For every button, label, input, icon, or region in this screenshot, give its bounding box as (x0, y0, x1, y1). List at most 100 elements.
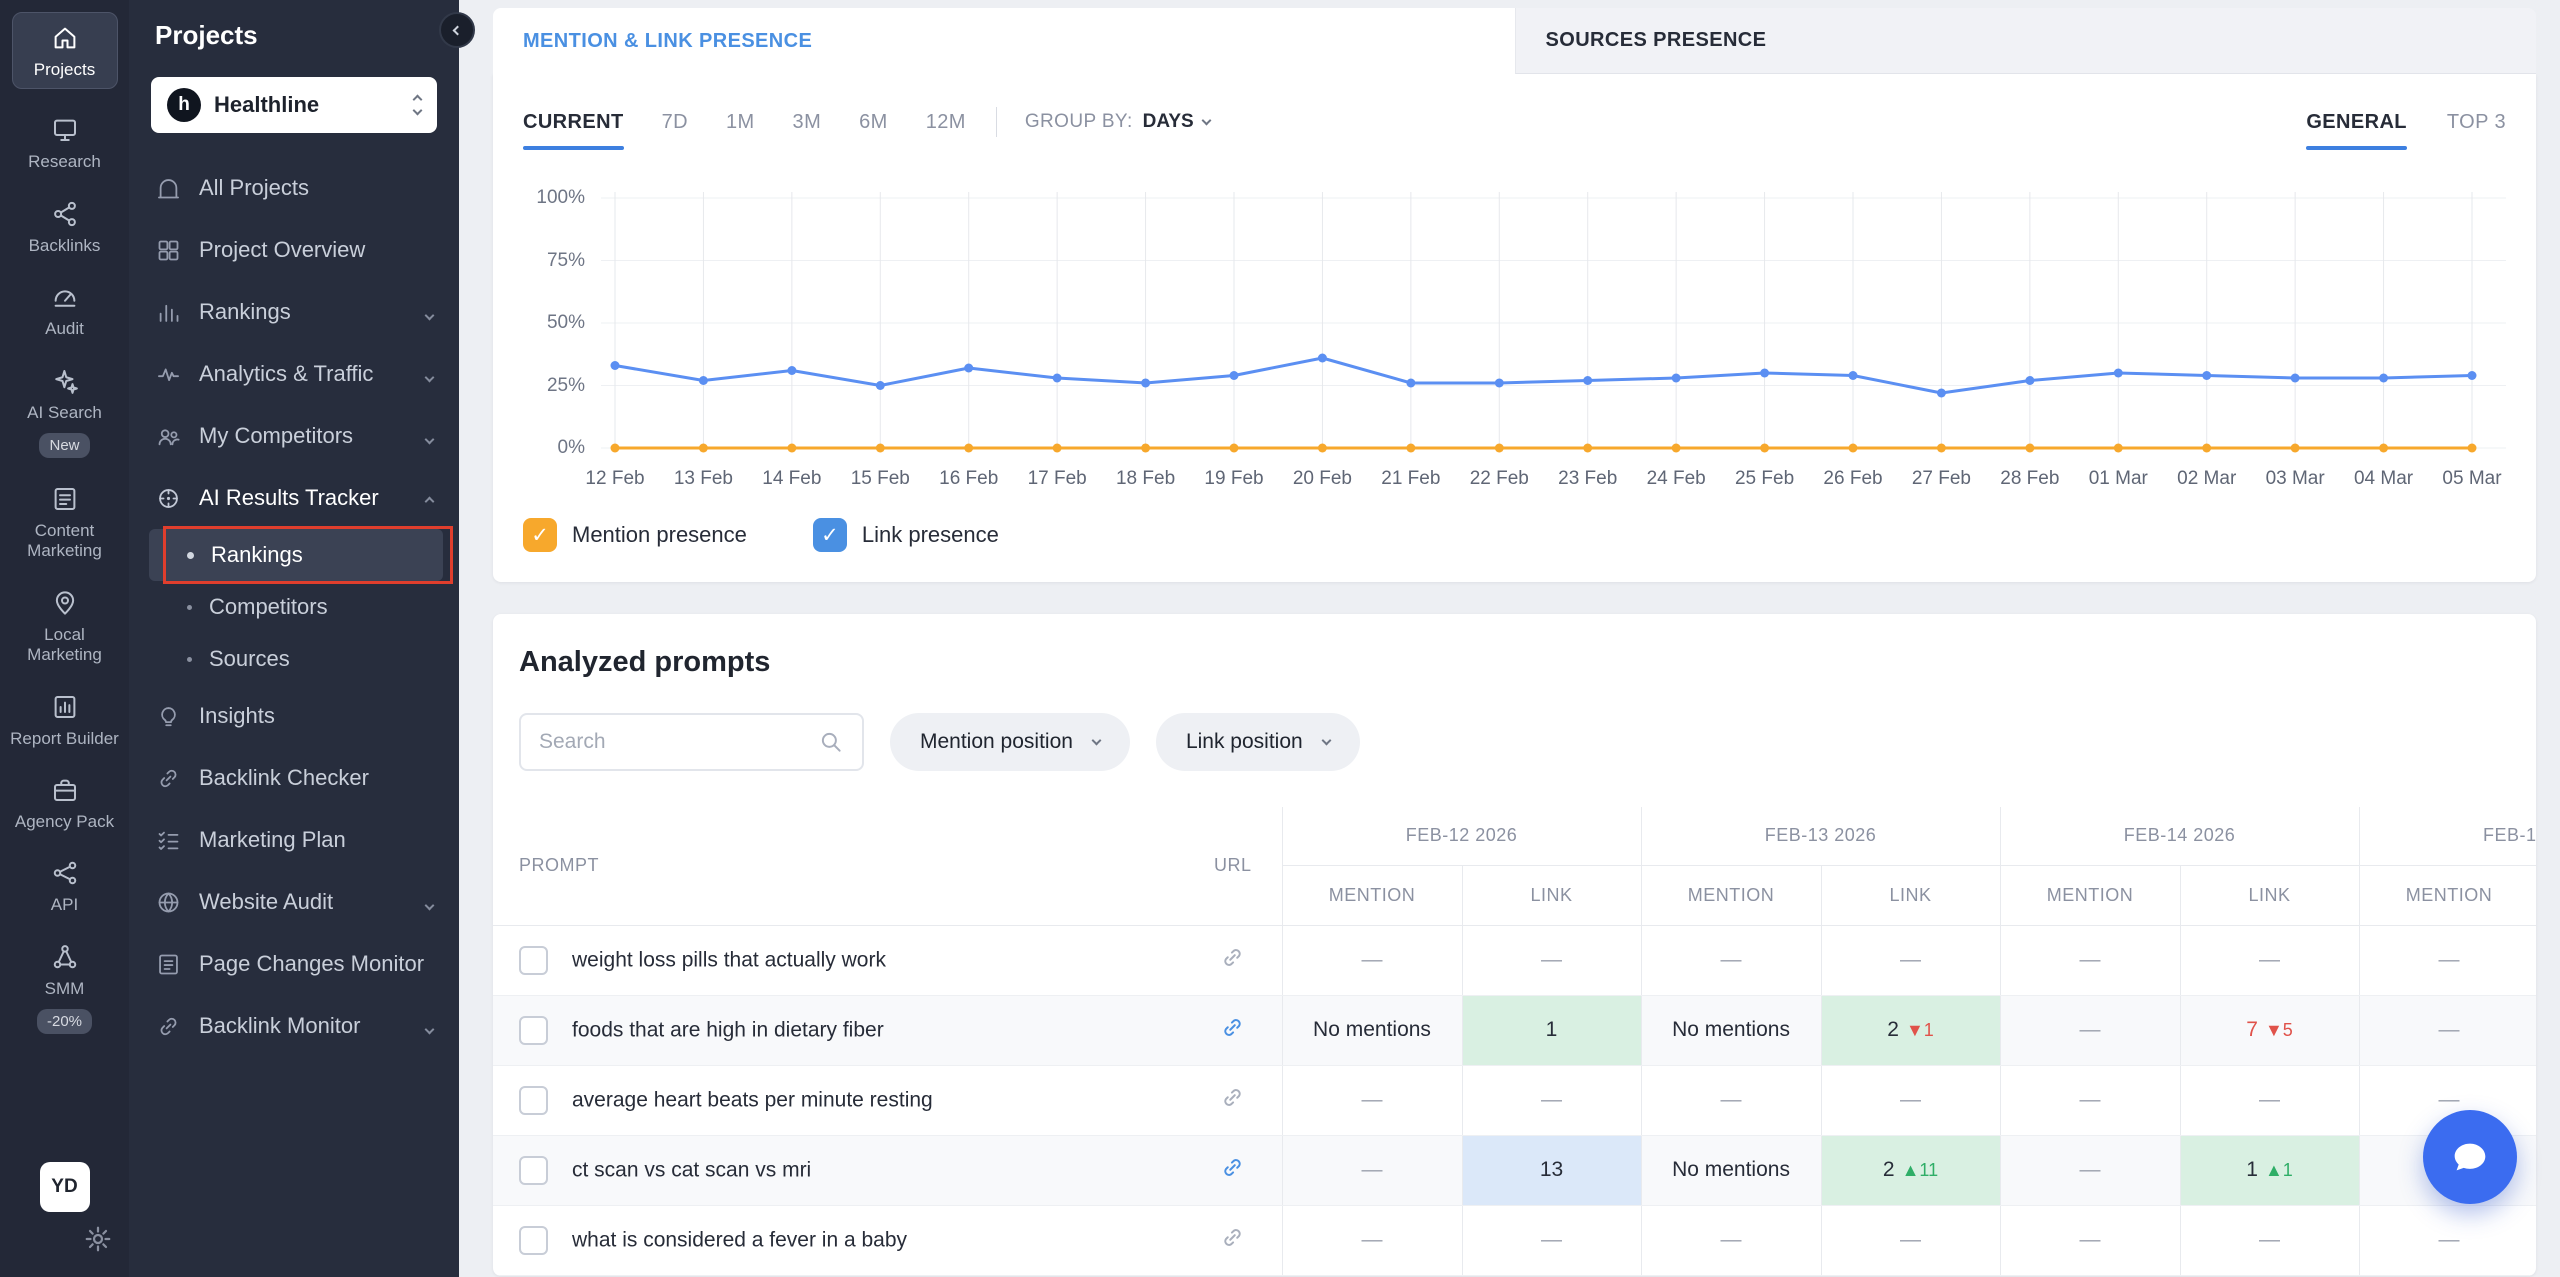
sidebar-item-insights[interactable]: Insights (129, 685, 459, 747)
sidebar-item-all-projects[interactable]: All Projects (129, 157, 459, 219)
sidebar-item-label: Backlink Checker (199, 765, 369, 791)
settings-gear-button[interactable] (83, 1224, 113, 1259)
position-value: No mentions (1672, 1158, 1790, 1181)
url-link-icon[interactable] (1184, 1065, 1282, 1135)
audit-icon (50, 282, 80, 312)
legend-checkbox[interactable]: ✓ (523, 518, 557, 552)
sidebar-item-page-changes-monitor[interactable]: Page Changes Monitor (129, 933, 459, 995)
annotation-highlight (163, 526, 453, 584)
local-marketing-icon (50, 588, 80, 618)
rail-item-research[interactable]: Research (6, 115, 123, 172)
filter-mention-position[interactable]: Mention position (890, 713, 1130, 771)
sidebar-subitem-ai-results-tracker-sources[interactable]: Sources (149, 633, 443, 685)
col-mention: MENTION (2359, 865, 2536, 925)
range-6m[interactable]: 6M (859, 111, 888, 134)
prompts-table: PROMPTURLFEB-12 2026FEB-13 2026FEB-14 20… (493, 807, 2536, 1276)
sidebar-item-ai-results-tracker[interactable]: AI Results Tracker (129, 467, 459, 529)
filter-link-position[interactable]: Link position (1156, 713, 1360, 771)
project-selector[interactable]: h Healthline (151, 77, 437, 133)
presence-cell: — (1462, 1205, 1641, 1275)
x-axis-tick: 23 Feb (1558, 468, 1617, 490)
chat-launcher-button[interactable] (2423, 1110, 2517, 1204)
rail-item-projects[interactable]: Projects (12, 12, 118, 89)
row-checkbox[interactable] (519, 1156, 548, 1185)
range-7d[interactable]: 7D (662, 111, 688, 134)
range-1m[interactable]: 1M (726, 111, 755, 134)
range-3m[interactable]: 3M (793, 111, 822, 134)
empty-value: — (2439, 948, 2460, 971)
research-icon (50, 115, 80, 145)
y-axis-tick: 75% (547, 250, 585, 272)
presence-cell: — (1282, 925, 1462, 995)
view-general[interactable]: GENERAL (2306, 111, 2407, 134)
user-avatar[interactable]: YD (40, 1162, 90, 1212)
sidebar-item-rankings[interactable]: Rankings (129, 281, 459, 343)
range-12m[interactable]: 12M (926, 111, 966, 134)
presence-cell: — (1821, 1065, 2000, 1135)
presence-cell: — (1282, 1065, 1462, 1135)
rail-item-smm[interactable]: SMM-20% (6, 942, 123, 1034)
legend-checkbox[interactable]: ✓ (813, 518, 847, 552)
range-current[interactable]: CURRENT (523, 111, 624, 134)
rail-item-api[interactable]: API (6, 858, 123, 915)
url-link-icon[interactable] (1184, 925, 1282, 995)
rail-item-backlinks[interactable]: Backlinks (6, 199, 123, 256)
sidebar-collapse-button[interactable] (439, 12, 475, 48)
url-link-icon[interactable] (1184, 1135, 1282, 1205)
tab-sources-presence[interactable]: SOURCES PRESENCE (1515, 8, 2537, 74)
prompt-text: foods that are high in dietary fiber (572, 1018, 884, 1041)
backlink-checker-icon (155, 765, 182, 792)
chart-controls: CURRENT7D1M3M6M12M GROUP BY: DAYS GENERA… (523, 86, 2506, 158)
row-checkbox[interactable] (519, 1226, 548, 1255)
table-group-header-row: PROMPTURLFEB-12 2026FEB-13 2026FEB-14 20… (493, 807, 2536, 865)
search-input[interactable] (539, 730, 808, 754)
x-axis-tick: 18 Feb (1116, 468, 1175, 490)
sidebar-item-backlink-monitor[interactable]: Backlink Monitor (129, 995, 459, 1057)
url-link-icon[interactable] (1184, 1205, 1282, 1275)
position-value: 2 (1887, 1018, 1899, 1041)
x-axis-tick: 16 Feb (939, 468, 998, 490)
sidebar-subitem-ai-results-tracker-rankings[interactable]: Rankings (149, 529, 443, 581)
sidebar-item-backlink-checker[interactable]: Backlink Checker (129, 747, 459, 809)
group-by-select[interactable]: DAYS (1143, 111, 1210, 133)
rail-item-agency-pack[interactable]: Agency Pack (6, 775, 123, 832)
legend-label: Link presence (862, 522, 999, 548)
rail-item-ai-search[interactable]: AI SearchNew (6, 366, 123, 458)
empty-value: — (1721, 948, 1742, 971)
row-checkbox[interactable] (519, 946, 548, 975)
presence-chart-area: 0%25%50%75%100% (523, 188, 2506, 458)
presence-cell: — (1821, 925, 2000, 995)
marketing-plan-icon (155, 827, 182, 854)
sidebar-subitem-ai-results-tracker-competitors[interactable]: Competitors (149, 581, 443, 633)
sidebar-item-my-competitors[interactable]: My Competitors (129, 405, 459, 467)
chart-y-axis: 0%25%50%75%100% (523, 188, 601, 458)
x-axis-tick: 12 Feb (585, 468, 644, 490)
empty-value: — (1541, 948, 1562, 971)
presence-cell: 7▼5 (2180, 995, 2359, 1065)
presence-cell: — (1462, 1065, 1641, 1135)
rail-item-audit[interactable]: Audit (6, 282, 123, 339)
row-checkbox[interactable] (519, 1086, 548, 1115)
backlinks-icon (50, 199, 80, 229)
url-link-icon[interactable] (1184, 995, 1282, 1065)
rail-item-local-marketing[interactable]: Local Marketing (6, 588, 123, 666)
sidebar-item-project-overview[interactable]: Project Overview (129, 219, 459, 281)
presence-cell: 1▲1 (2180, 1135, 2359, 1205)
view-tabs: GENERAL TOP 3 (2306, 111, 2506, 134)
sidebar-item-analytics-traffic[interactable]: Analytics & Traffic (129, 343, 459, 405)
legend-link-presence: ✓ Link presence (813, 518, 999, 552)
sidebar-item-website-audit[interactable]: Website Audit (129, 871, 459, 933)
presence-cell: — (1282, 1205, 1462, 1275)
sidebar-item-label: Page Changes Monitor (199, 951, 424, 977)
sidebar-item-label: Rankings (199, 299, 291, 325)
tab-mention-link-presence[interactable]: MENTION & LINK PRESENCE (493, 8, 1515, 74)
sidebar-item-marketing-plan[interactable]: Marketing Plan (129, 809, 459, 871)
x-axis-tick: 25 Feb (1735, 468, 1794, 490)
rail-item-content-marketing[interactable]: Content Marketing (6, 484, 123, 562)
presence-cell: — (2359, 925, 2536, 995)
view-top-3[interactable]: TOP 3 (2447, 111, 2506, 134)
rail-item-report-builder[interactable]: Report Builder (6, 692, 123, 749)
chart-legend: ✓Mention presence✓Link presence (523, 518, 2506, 552)
group-by-value: DAYS (1143, 111, 1194, 133)
row-checkbox[interactable] (519, 1016, 548, 1045)
